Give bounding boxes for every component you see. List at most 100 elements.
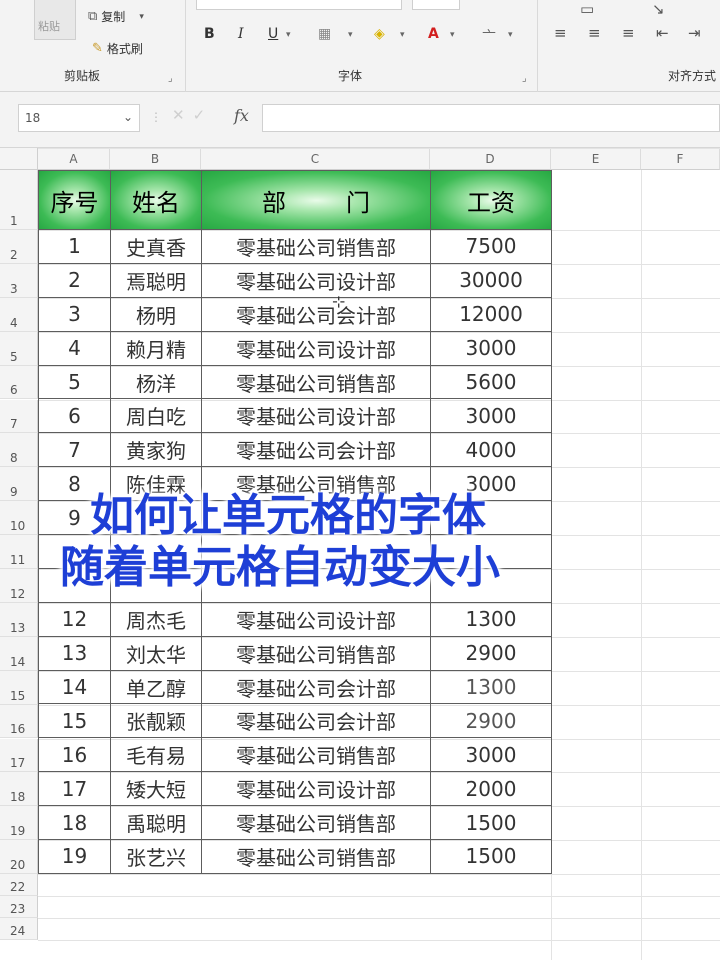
cell-id[interactable]: 5 xyxy=(38,364,111,400)
cell-salary[interactable]: 2900 xyxy=(430,635,552,671)
font-name-box[interactable] xyxy=(196,0,402,10)
cell-department[interactable]: 零基础公司会计部 xyxy=(201,432,431,468)
decrease-indent-icon[interactable]: ⇤ xyxy=(656,24,669,42)
fill-color-icon[interactable]: ◈ xyxy=(374,26,385,42)
cell-department[interactable]: 零基础公司销售部 xyxy=(201,805,431,841)
column-header-d[interactable]: D xyxy=(430,148,551,170)
cell-department[interactable]: 零基础公司销售部 xyxy=(201,737,431,773)
cell-id[interactable]: 1 xyxy=(38,229,111,264)
row-header[interactable]: 1 xyxy=(0,170,38,230)
cell-name[interactable]: 禹聪明 xyxy=(110,805,202,841)
font-color-icon[interactable]: A xyxy=(428,26,439,42)
increase-indent-icon[interactable]: ⇥ xyxy=(688,24,701,42)
cell-id[interactable]: 18 xyxy=(38,805,111,841)
column-header-e[interactable]: E xyxy=(551,148,641,170)
cell-name[interactable]: 杨明 xyxy=(110,296,202,332)
chevron-down-icon[interactable]: ⌄ xyxy=(123,110,133,124)
cell-salary[interactable]: 1500 xyxy=(430,839,552,874)
row-header[interactable]: 4 xyxy=(0,297,38,332)
row-header[interactable]: 7 xyxy=(0,399,38,434)
fx-button[interactable]: fx xyxy=(234,106,249,125)
cell-department[interactable]: 零基础公司设计部 xyxy=(201,398,431,434)
row-header[interactable]: 11 xyxy=(0,535,38,569)
phonetic-icon[interactable]: 亠 xyxy=(482,26,496,46)
underline-button[interactable]: U xyxy=(268,26,278,42)
cell-department[interactable]: 零基础公司销售部 xyxy=(201,364,431,400)
phonetic-dropdown-icon[interactable]: ▾ xyxy=(508,30,513,40)
row-header[interactable]: 23 xyxy=(0,896,38,919)
header-cell-salary[interactable]: 工资 xyxy=(430,170,552,230)
cell-id[interactable]: 17 xyxy=(38,771,111,807)
cell-id[interactable]: 2 xyxy=(38,262,111,298)
top-align-icon[interactable]: ▭ xyxy=(580,0,594,18)
cell-name[interactable]: 矮大短 xyxy=(110,771,202,807)
italic-button[interactable]: I xyxy=(238,26,244,42)
cell-name[interactable]: 张靓颖 xyxy=(110,703,202,739)
cell-id[interactable]: 12 xyxy=(38,601,111,637)
row-header[interactable]: 18 xyxy=(0,772,38,807)
cell-department[interactable]: 零基础公司设计部 xyxy=(201,771,431,807)
cell-name[interactable]: 杨洋 xyxy=(110,364,202,400)
cell-salary[interactable]: 3000 xyxy=(430,737,552,773)
cell-id[interactable]: 15 xyxy=(38,703,111,739)
cell-salary[interactable]: 4000 xyxy=(430,432,552,468)
row-header[interactable]: 9 xyxy=(0,467,38,502)
cell-name[interactable]: 焉聪明 xyxy=(110,262,202,298)
format-painter-button[interactable]: ✎ 格式刷 xyxy=(92,40,143,57)
align-right-icon[interactable]: ≡ xyxy=(622,24,635,42)
header-cell-department[interactable]: 部门 xyxy=(201,170,431,230)
dialog-launcher-icon[interactable]: ⌟ xyxy=(168,73,173,84)
row-header[interactable]: 16 xyxy=(0,704,38,739)
border-icon[interactable]: ▦ xyxy=(318,26,331,42)
cell-name[interactable]: 刘太华 xyxy=(110,635,202,671)
underline-dropdown-icon[interactable]: ▾ xyxy=(286,30,291,40)
fill-dropdown-icon[interactable]: ▾ xyxy=(400,30,405,40)
header-cell-id[interactable]: 序号 xyxy=(38,170,111,230)
bold-button[interactable]: B xyxy=(204,26,215,42)
cell-department[interactable]: 零基础公司会计部 xyxy=(201,296,431,332)
cell-salary[interactable]: 1500 xyxy=(430,805,552,841)
cell-department[interactable]: 零基础公司设计部 xyxy=(201,262,431,298)
cell-salary[interactable]: 1300 xyxy=(430,601,552,637)
column-header-b[interactable]: B xyxy=(110,148,201,170)
row-header[interactable]: 22 xyxy=(0,874,38,897)
cell-department[interactable]: 零基础公司设计部 xyxy=(201,601,431,637)
cell-id[interactable]: 16 xyxy=(38,737,111,773)
font-dialog-launcher-icon[interactable]: ⌟ xyxy=(522,73,527,84)
cell-department[interactable]: 零基础公司销售部 xyxy=(201,839,431,874)
row-header[interactable]: 20 xyxy=(0,840,38,875)
cell-salary[interactable]: 3000 xyxy=(430,330,552,366)
row-header[interactable]: 14 xyxy=(0,636,38,671)
name-box[interactable]: 18 ⌄ xyxy=(18,104,140,132)
row-header[interactable]: 3 xyxy=(0,263,38,298)
cell-department[interactable]: 零基础公司设计部 xyxy=(201,330,431,366)
cell-department[interactable]: 零基础公司销售部 xyxy=(201,635,431,671)
row-header[interactable]: 24 xyxy=(0,918,38,941)
row-header[interactable]: 2 xyxy=(0,230,38,264)
cell-id[interactable]: 14 xyxy=(38,669,111,705)
column-header-a[interactable]: A xyxy=(38,148,110,170)
cell-salary[interactable]: 3000 xyxy=(430,398,552,434)
column-header-f[interactable]: F xyxy=(641,148,720,170)
formula-input[interactable] xyxy=(262,104,720,132)
cell-id[interactable]: 6 xyxy=(38,398,111,434)
row-header[interactable]: 17 xyxy=(0,738,38,773)
cell-id[interactable]: 4 xyxy=(38,330,111,366)
cell-salary[interactable]: 1300 xyxy=(430,669,552,705)
align-center-icon[interactable]: ≡ xyxy=(588,24,601,42)
border-dropdown-icon[interactable]: ▾ xyxy=(348,30,353,40)
cell-department[interactable]: 零基础公司会计部 xyxy=(201,669,431,705)
cell-salary[interactable]: 12000 xyxy=(430,296,552,332)
cell-id[interactable]: 7 xyxy=(38,432,111,468)
copy-button[interactable]: ⧉ 复制 ▾ xyxy=(88,8,144,25)
row-header[interactable]: 5 xyxy=(0,331,38,366)
cell-id[interactable]: 3 xyxy=(38,296,111,332)
cell-name[interactable]: 周白吃 xyxy=(110,398,202,434)
cell-name[interactable]: 张艺兴 xyxy=(110,839,202,874)
cell-name[interactable]: 毛有易 xyxy=(110,737,202,773)
cell-name[interactable]: 周杰毛 xyxy=(110,601,202,637)
cell-id[interactable]: 13 xyxy=(38,635,111,671)
cell-salary[interactable]: 7500 xyxy=(430,229,552,264)
row-header[interactable]: 13 xyxy=(0,602,38,637)
row-header[interactable]: 8 xyxy=(0,433,38,468)
